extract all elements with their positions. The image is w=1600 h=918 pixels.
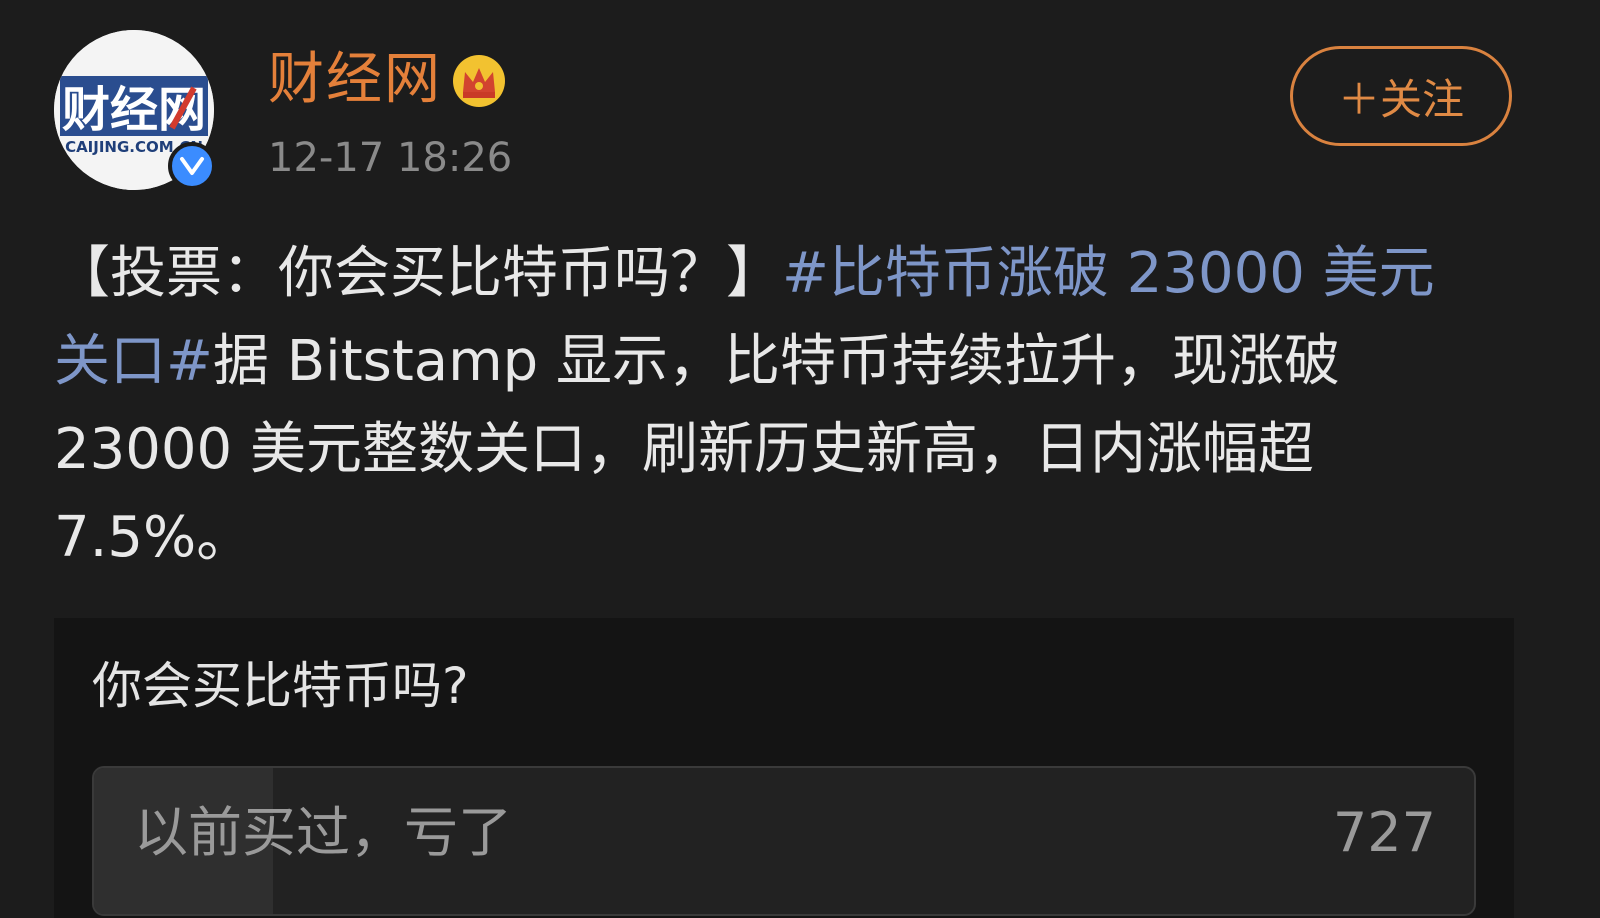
poll-card: 你会买比特币吗? 以前买过，亏了 727 <box>54 618 1514 918</box>
poll-question: 你会买比特币吗? <box>92 657 469 715</box>
post-time: 12-17 18:26 <box>268 135 513 181</box>
verified-check-icon <box>168 142 216 190</box>
crown-icon <box>450 52 508 110</box>
poll-option[interactable]: 以前买过，亏了 727 <box>92 766 1476 916</box>
post-title: 【投票：你会买比特币吗？】 <box>54 241 782 306</box>
author-avatar[interactable]: 财经网 CAIJING.COM.CN <box>54 30 216 190</box>
follow-button-label: ＋关注 <box>1337 74 1464 124</box>
follow-button[interactable]: ＋关注 <box>1290 46 1512 146</box>
post-text: 【投票：你会买比特币吗？】#比特币涨破 23000 美元关口#据 Bitstam… <box>54 230 1474 582</box>
post-body: 据 Bitstamp 显示，比特币持续拉升，现涨破23000 美元整数关口，刷新… <box>54 329 1341 570</box>
author-name[interactable]: 财经网 <box>268 44 442 116</box>
poll-option-count: 727 <box>1332 801 1436 864</box>
poll-option-label: 以前买过，亏了 <box>134 801 512 864</box>
